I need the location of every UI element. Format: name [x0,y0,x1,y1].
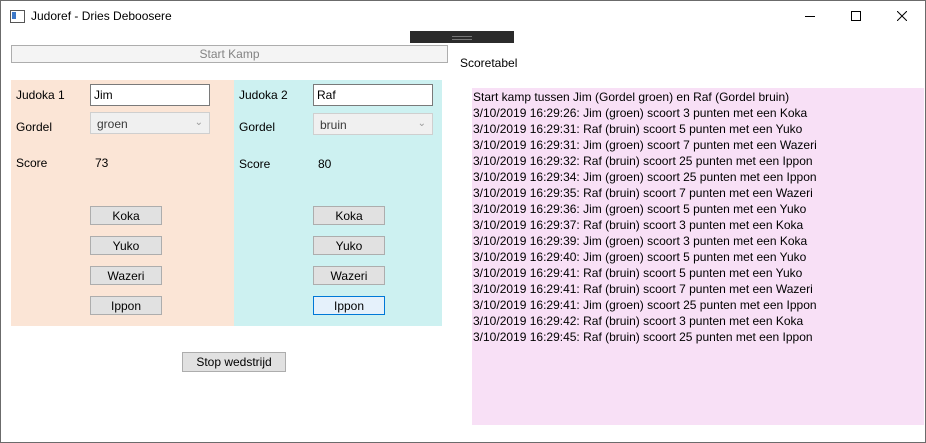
judoka1-gordel-select[interactable]: groen ⌄ [90,112,210,134]
title-bar[interactable]: Judoref - Dries Deboosere [1,1,925,31]
log-entry: Start kamp tussen Jim (Gordel groen) en … [473,90,790,104]
judoka1-label: Judoka 1 [16,88,65,102]
log-entry: 3/10/2019 16:29:39: Jim (groen) scoort 3… [473,234,808,248]
log-entry: 3/10/2019 16:29:32: Raf (bruin) scoort 2… [473,154,813,168]
judoka2-score-label: Score [239,157,271,171]
judoka2-koka-button[interactable]: Koka [313,206,385,225]
close-button[interactable] [879,1,925,31]
minimize-button[interactable] [787,1,833,31]
chevron-down-icon: ⌄ [417,118,426,129]
app-icon [10,10,25,23]
stop-wedstrijd-button[interactable]: Stop wedstrijd [182,352,286,372]
log-entry: 3/10/2019 16:29:42: Raf (bruin) scoort 3… [473,314,804,328]
judoka1-yuko-button[interactable]: Yuko [90,236,162,255]
score-log-list[interactable]: Start kamp tussen Jim (Gordel groen) en … [472,88,924,425]
start-kamp-button[interactable]: Start Kamp [11,45,448,63]
log-entry: 3/10/2019 16:29:34: Jim (groen) scoort 2… [473,170,817,184]
judoka1-score-label: Score [16,156,48,170]
judoka2-gordel-select[interactable]: bruin ⌄ [313,113,433,135]
log-entry: 3/10/2019 16:29:37: Raf (bruin) scoort 3… [473,218,804,232]
log-entry: 3/10/2019 16:29:26: Jim (groen) scoort 3… [473,106,808,120]
judoka2-label: Judoka 2 [239,88,288,102]
judoka2-panel: Judoka 2 Raf Gordel bruin ⌄ Score 80 Kok… [234,80,442,326]
log-entry: 3/10/2019 16:29:40: Jim (groen) scoort 5… [473,250,807,264]
log-entry: 3/10/2019 16:29:45: Raf (bruin) scoort 2… [473,330,813,344]
judoka1-gordel-label: Gordel [16,120,53,134]
judoka1-gordel-value: groen [97,117,128,131]
judoka1-name-input[interactable]: Jim [90,84,210,106]
log-entry: 3/10/2019 16:29:35: Raf (bruin) scoort 7… [473,186,813,200]
log-entry: 3/10/2019 16:29:41: Raf (bruin) scoort 7… [473,282,813,296]
judoka1-ippon-button[interactable]: Ippon [90,296,162,315]
judoka2-score-value: 80 [318,157,332,171]
judoka1-koka-button[interactable]: Koka [90,206,162,225]
judoka2-name-input[interactable]: Raf [313,84,433,106]
log-entry: 3/10/2019 16:29:31: Jim (groen) scoort 7… [473,138,817,152]
minimize-icon [805,16,815,17]
judoka2-gordel-label: Gordel [239,120,276,134]
log-entry: 3/10/2019 16:29:41: Jim (groen) scoort 2… [473,298,817,312]
judoka2-yuko-button[interactable]: Yuko [313,236,385,255]
drag-handle[interactable] [410,31,514,43]
chevron-down-icon: ⌄ [194,117,203,128]
judoka1-wazeri-button[interactable]: Wazeri [90,266,162,285]
close-icon [897,11,907,21]
log-entry: 3/10/2019 16:29:31: Raf (bruin) scoort 5… [473,122,803,136]
judoka2-ippon-button[interactable]: Ippon [313,296,385,315]
judoka1-panel: Judoka 1 Jim Gordel groen ⌄ Score 73 Kok… [11,80,234,326]
judoka2-wazeri-button[interactable]: Wazeri [313,266,385,285]
maximize-button[interactable] [833,1,879,31]
scoretabel-label: Scoretabel [460,56,518,70]
maximize-icon [851,11,861,21]
log-entry: 3/10/2019 16:29:41: Raf (bruin) scoort 5… [473,266,803,280]
log-entry: 3/10/2019 16:29:36: Jim (groen) scoort 5… [473,202,807,216]
window-title: Judoref - Dries Deboosere [31,9,172,23]
judoka2-gordel-value: bruin [320,118,347,132]
judoka1-score-value: 73 [95,156,109,170]
